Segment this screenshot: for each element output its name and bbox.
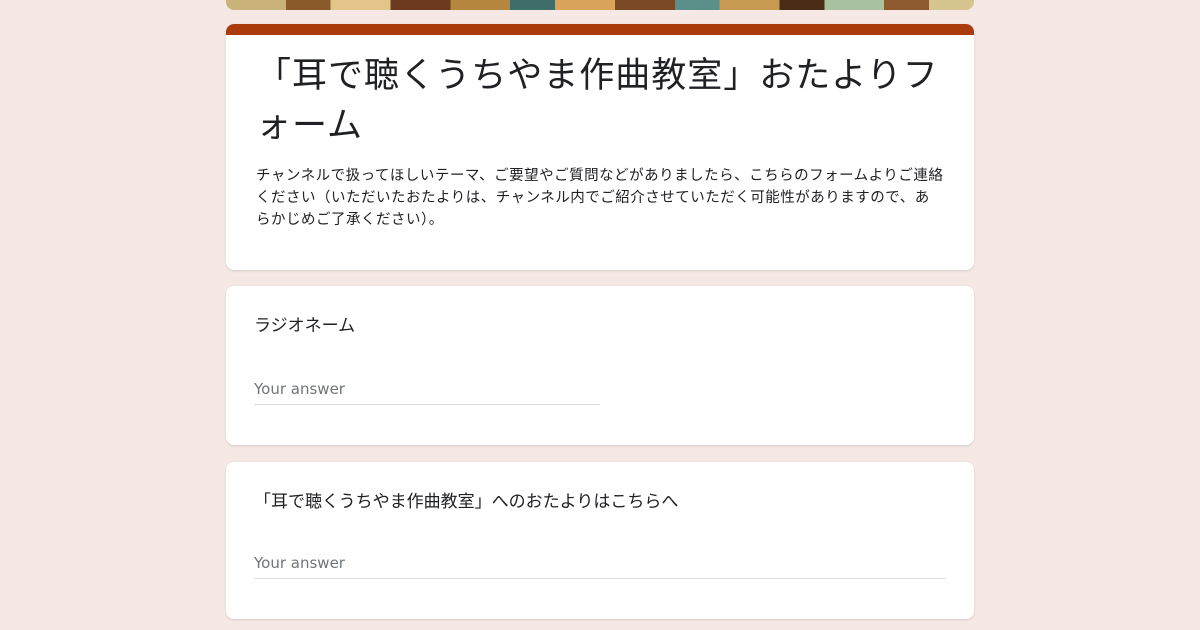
question-card-letter: 「耳で聴くうちやま作曲教室」へのおたよりはこちらへ — [226, 462, 974, 619]
header-banner-image — [226, 0, 974, 10]
question-card-radio-name: ラジオネーム — [226, 286, 974, 445]
answer-input-radio-name[interactable] — [254, 380, 600, 405]
question-label: 「耳で聴くうちやま作曲教室」へのおたよりはこちらへ — [254, 492, 679, 512]
form-title-card: 「耳で聴くうちやま作曲教室」おたよりフォーム チャンネルで扱ってほしいテーマ、ご… — [226, 24, 974, 270]
question-label: ラジオネーム — [254, 316, 356, 336]
form-description: チャンネルで扱ってほしいテーマ、ご要望やご質問などがありましたら、こちらのフォー… — [256, 168, 944, 228]
answer-input-letter[interactable] — [254, 554, 946, 579]
accent-bar — [226, 24, 974, 35]
form-title: 「耳で聴くうちやま作曲教室」おたよりフォーム — [256, 56, 939, 146]
